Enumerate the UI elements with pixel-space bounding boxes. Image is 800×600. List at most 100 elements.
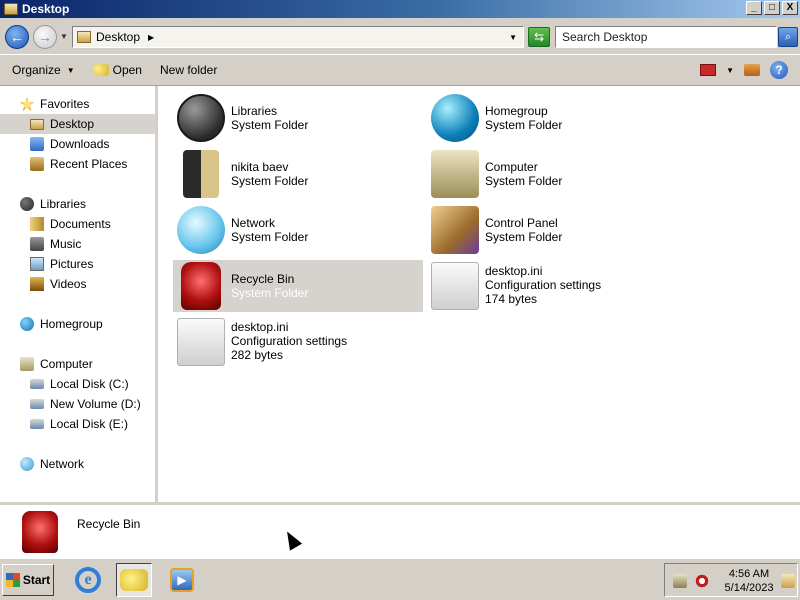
open-label: Open: [112, 63, 142, 77]
arrow-right-icon: →: [38, 29, 52, 45]
videos-icon: [30, 277, 44, 291]
sidebar-item-libraries[interactable]: Libraries: [0, 194, 155, 214]
music-icon: [30, 237, 44, 251]
sidebar-item-homegroup[interactable]: Homegroup: [0, 314, 155, 334]
control-panel-icon: [431, 206, 479, 254]
pictures-icon: [30, 257, 44, 271]
computer-icon: [20, 357, 34, 371]
preview-pane-icon[interactable]: [744, 64, 760, 76]
taskbar-windows-explorer[interactable]: [116, 563, 152, 597]
details-item-name: Recycle Bin: [77, 517, 141, 531]
search-button[interactable]: ⌕: [778, 27, 798, 47]
view-options-chevron-icon[interactable]: ▼: [726, 66, 734, 75]
address-row: ← → ▼ Desktop ▶ ▼ ⇆ Search Desktop ⌕: [0, 18, 800, 54]
start-button[interactable]: Start: [2, 564, 54, 596]
item-type: System Folder: [485, 230, 563, 244]
downloads-icon: [30, 137, 44, 151]
organize-button[interactable]: Organize ▼: [6, 57, 81, 83]
volume-muted-icon[interactable]: [695, 574, 709, 588]
help-icon[interactable]: ?: [770, 61, 788, 79]
sidebar-label: Desktop: [50, 117, 95, 131]
address-dropdown-icon[interactable]: ▼: [509, 33, 517, 42]
item-type: System Folder: [231, 118, 309, 132]
list-item-recycle-bin[interactable]: Recycle Bin System Folder: [173, 260, 423, 312]
sidebar-item-documents[interactable]: Documents: [0, 214, 155, 234]
sidebar-item-network[interactable]: Network: [0, 454, 155, 474]
clock[interactable]: 4:56 AM 5/14/2023: [719, 567, 779, 595]
sidebar-item-videos[interactable]: Videos: [0, 274, 155, 294]
desktop-folder-icon: [30, 118, 44, 130]
item-name: Libraries: [231, 104, 278, 118]
recent-pages-dropdown[interactable]: ▼: [60, 32, 68, 41]
search-icon: ⌕: [784, 30, 792, 43]
sidebar-label: New Volume (D:): [50, 397, 141, 411]
open-button[interactable]: Open: [87, 57, 148, 83]
sidebar-item-drive-d[interactable]: New Volume (D:): [0, 394, 155, 414]
list-item-desktop-ini-1[interactable]: desktop.ini Configuration settings 174 byt…: [427, 260, 677, 320]
close-button[interactable]: X: [782, 1, 798, 15]
sidebar-item-desktop[interactable]: Desktop: [0, 114, 155, 134]
sidebar-item-music[interactable]: Music: [0, 234, 155, 254]
address-location[interactable]: Desktop: [96, 30, 140, 44]
network-icon: [177, 206, 225, 254]
system-tray: 4:56 AM 5/14/2023: [664, 563, 798, 597]
network-icon: [20, 457, 34, 471]
item-name: nikita baev: [231, 160, 289, 174]
refresh-button[interactable]: ⇆: [528, 27, 550, 47]
internet-explorer-icon: e: [75, 567, 101, 593]
recycle-bin-icon: [181, 262, 221, 310]
list-item-libraries[interactable]: Libraries System Folder: [173, 92, 423, 144]
sidebar-item-drive-c[interactable]: Local Disk (C:): [0, 374, 155, 394]
title-bar[interactable]: Desktop _ □ X: [0, 0, 800, 18]
item-name: desktop.ini: [231, 320, 289, 334]
maximize-button[interactable]: □: [764, 1, 780, 15]
sidebar-label: Local Disk (E:): [50, 417, 129, 431]
sidebar-item-pictures[interactable]: Pictures: [0, 254, 155, 274]
sidebar-item-recent-places[interactable]: Recent Places: [0, 154, 155, 174]
item-type: System Folder: [485, 118, 563, 132]
list-item-computer[interactable]: Computer System Folder: [427, 148, 677, 200]
list-item-network[interactable]: Network System Folder: [173, 204, 423, 256]
sidebar-item-favorites[interactable]: Favorites: [0, 94, 155, 114]
sidebar-label: Favorites: [40, 97, 90, 111]
item-name: Control Panel: [485, 216, 558, 230]
libraries-icon: [20, 197, 34, 211]
action-center-icon[interactable]: [781, 574, 795, 588]
breadcrumb-chevron-icon[interactable]: ▶: [148, 33, 154, 42]
item-name: Network: [231, 216, 276, 230]
item-type: System Folder: [231, 286, 309, 300]
list-item-control-panel[interactable]: Control Panel System Folder: [427, 204, 677, 256]
sidebar-item-downloads[interactable]: Downloads: [0, 134, 155, 154]
address-bar[interactable]: Desktop ▶ ▼: [72, 26, 524, 48]
item-name: Homegroup: [485, 104, 548, 118]
search-input[interactable]: Search Desktop: [555, 26, 777, 48]
drive-icon: [30, 399, 44, 409]
item-size: 174 bytes: [485, 292, 538, 306]
open-icon: [92, 64, 109, 76]
taskbar-media-player[interactable]: ▶: [164, 563, 200, 597]
folder-icon: [77, 31, 91, 43]
forward-button[interactable]: →: [33, 25, 57, 49]
arrow-left-icon: ←: [10, 29, 24, 45]
minimize-button[interactable]: _: [746, 1, 762, 15]
file-list: Libraries System Folder Homegroup System F…: [161, 86, 800, 502]
list-item-user-folder[interactable]: nikita baev System Folder: [173, 148, 423, 200]
sidebar-item-drive-e[interactable]: Local Disk (E:): [0, 414, 155, 434]
folder-icon: [4, 3, 18, 15]
sidebar-label: Music: [50, 237, 82, 251]
sidebar-item-computer[interactable]: Computer: [0, 354, 155, 374]
list-item-desktop-ini-2[interactable]: desktop.ini Configuration settings 282 byt…: [173, 316, 423, 376]
ini-file-icon: [431, 262, 479, 310]
drive-icon: [30, 419, 44, 429]
sidebar-label: Pictures: [50, 257, 94, 271]
command-bar-right: ▼ ?: [700, 61, 788, 79]
windows-logo-icon: [5, 573, 20, 587]
network-status-icon[interactable]: [673, 574, 687, 588]
new-folder-button[interactable]: New folder: [154, 57, 223, 83]
back-button[interactable]: ←: [5, 25, 29, 49]
taskbar-internet-explorer[interactable]: e: [70, 563, 106, 597]
command-bar: Organize ▼ Open New folder ▼ ?: [0, 54, 800, 86]
chevron-down-icon: ▼: [66, 65, 75, 75]
change-view-icon[interactable]: [700, 64, 717, 76]
list-item-homegroup[interactable]: Homegroup System Folder: [427, 92, 677, 144]
